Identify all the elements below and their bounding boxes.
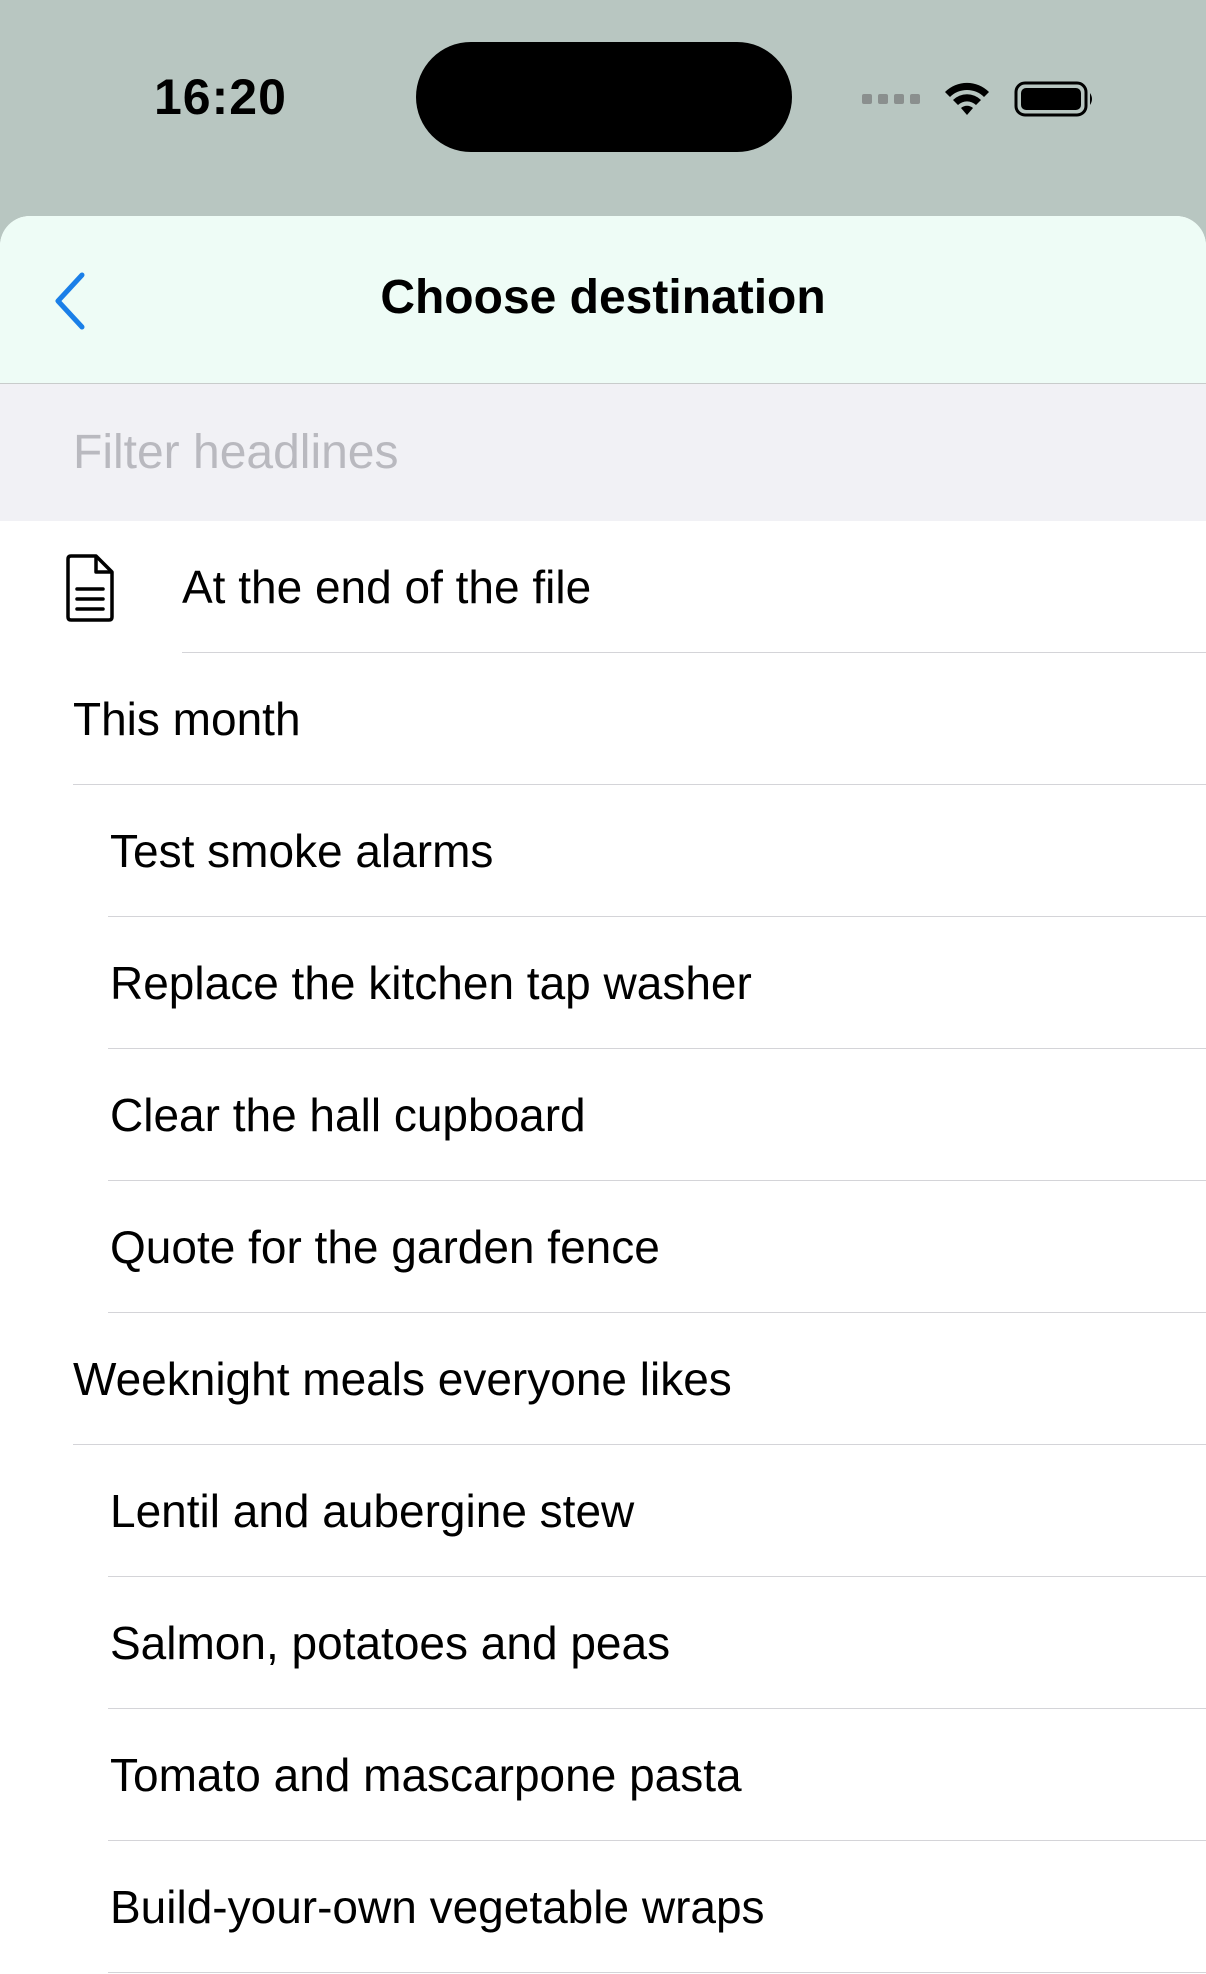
battery-icon <box>1014 81 1092 117</box>
list-item[interactable]: Tomato and mascarpone pasta <box>0 1709 1206 1841</box>
list-item-label: Clear the hall cupboard <box>110 1089 586 1141</box>
list-item[interactable]: Lentil and aubergine stew <box>0 1445 1206 1577</box>
dynamic-island <box>416 42 792 152</box>
filter-bar <box>0 384 1206 521</box>
list-item-label: Replace the kitchen tap washer <box>110 957 752 1009</box>
list-item[interactable]: Clear the hall cupboard <box>0 1049 1206 1181</box>
document-icon <box>66 554 114 622</box>
wifi-icon <box>945 82 989 115</box>
list-item[interactable]: Salmon, potatoes and peas <box>0 1577 1206 1709</box>
list-item[interactable]: Quote for the garden fence <box>0 1181 1206 1313</box>
list-item[interactable]: Replace the kitchen tap washer <box>0 917 1206 1049</box>
status-indicators <box>862 74 1096 124</box>
page-title: Choose destination <box>380 271 826 324</box>
list-item-label: Weeknight meals everyone likes <box>73 1353 732 1405</box>
list-item-label: At the end of the file <box>182 561 592 613</box>
navigation-bar: Choose destination <box>0 216 1206 384</box>
filter-headlines-input[interactable] <box>73 425 1073 480</box>
list-item[interactable]: Test smoke alarms <box>0 785 1206 917</box>
destination-sheet: Choose destination At the end of the fil… <box>0 216 1206 1974</box>
list-item[interactable]: Build-your-own vegetable wraps <box>0 1841 1206 1973</box>
list-item-label: Salmon, potatoes and peas <box>110 1617 671 1669</box>
list-item-label: Build-your-own vegetable wraps <box>110 1881 765 1933</box>
list-item-end-of-file[interactable]: At the end of the file <box>0 521 1206 653</box>
destination-list: At the end of the file This month Test s… <box>0 521 1206 1973</box>
cellular-signal-icon <box>862 94 920 104</box>
status-time: 16:20 <box>154 69 287 125</box>
status-bar: 16:20 <box>0 0 1206 200</box>
list-item-label: This month <box>73 693 301 745</box>
list-item-label: Lentil and aubergine stew <box>110 1485 635 1537</box>
list-item-label: Quote for the garden fence <box>110 1221 660 1273</box>
list-item-label: Test smoke alarms <box>110 825 494 877</box>
list-item-label: Tomato and mascarpone pasta <box>110 1749 742 1801</box>
list-item[interactable]: Weeknight meals everyone likes <box>0 1313 1206 1445</box>
list-item[interactable]: This month <box>0 653 1206 785</box>
